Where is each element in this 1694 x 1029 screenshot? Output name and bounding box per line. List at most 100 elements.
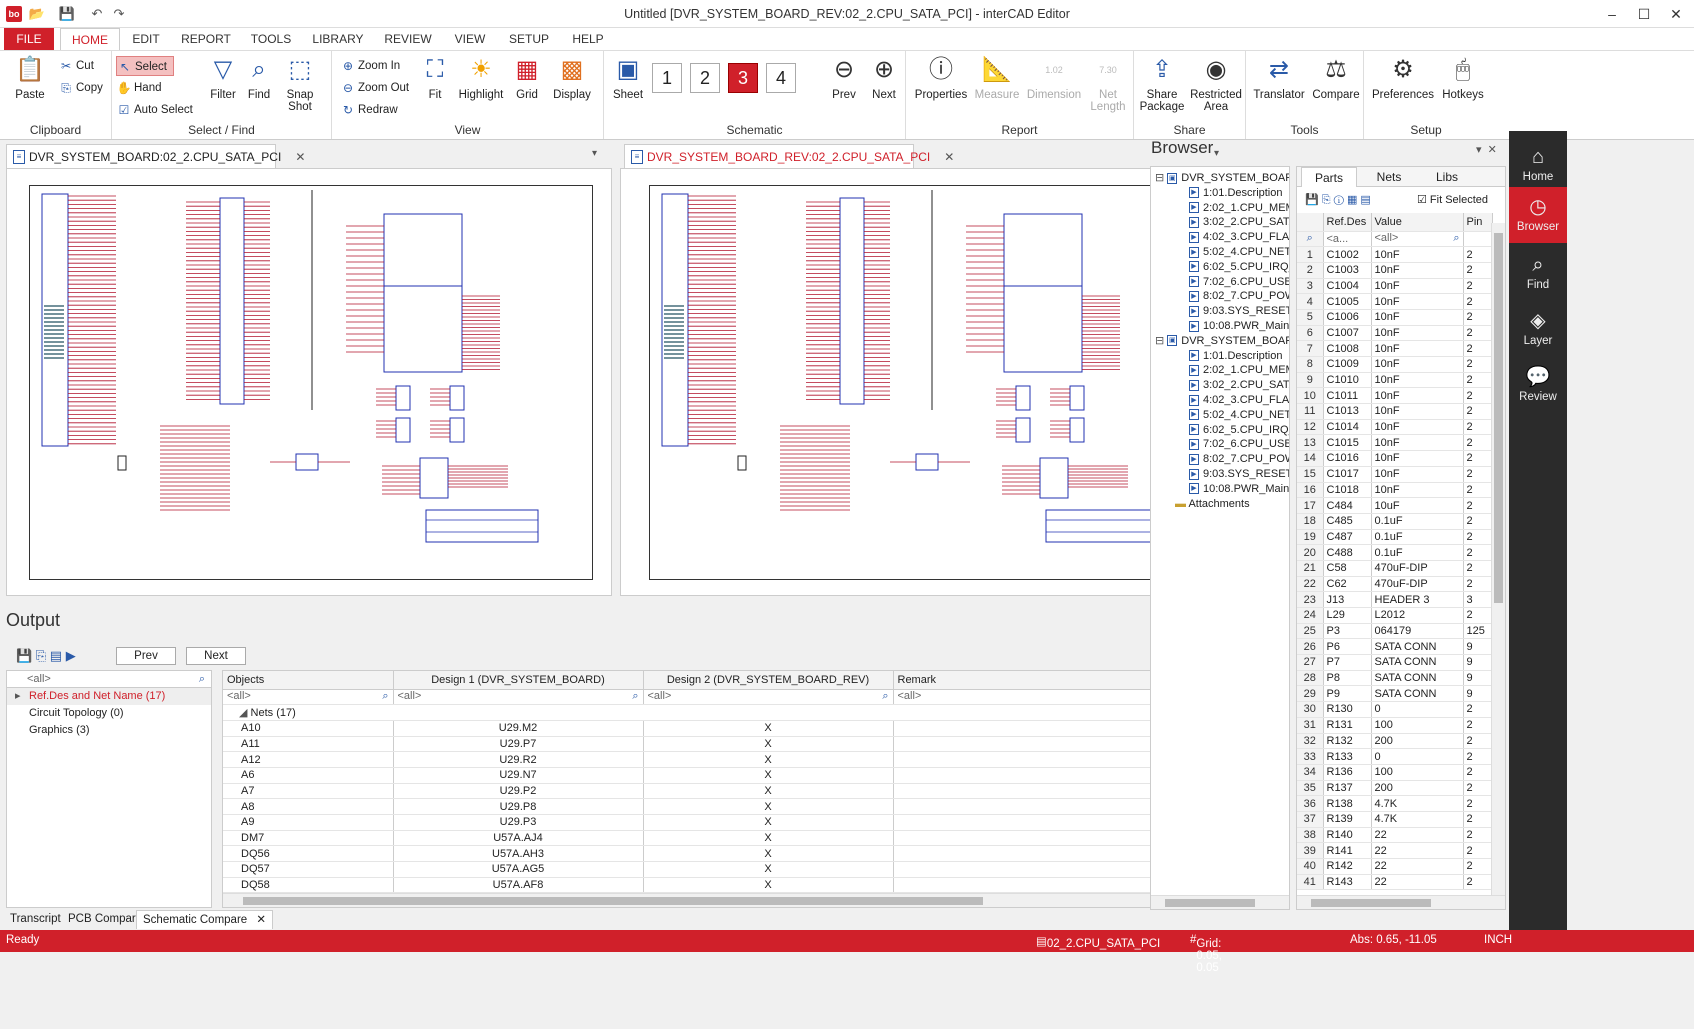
list-item[interactable]: 14 C1016 10nF 2 <box>1297 450 1493 467</box>
schematic-view-right[interactable] <box>620 168 1232 596</box>
display-button[interactable]: ▩ Display <box>550 55 594 101</box>
list-item[interactable]: 23 J13 HEADER 33 <box>1297 591 1493 608</box>
pane-menu-icon[interactable]: ▾ <box>1214 148 1219 159</box>
measure-button[interactable]: 📐 Measure <box>972 55 1022 101</box>
table-row[interactable]: DQ56 U57A.AH3 X <box>223 845 1217 863</box>
list-item[interactable]: 29 P9 SATA CONN 9 <box>1297 685 1493 703</box>
sheet-button[interactable]: ▣ Sheet <box>608 55 648 101</box>
zoom-out-button[interactable]: ⊖ Zoom Out <box>340 78 409 98</box>
tab-review[interactable]: REVIEW <box>380 28 436 50</box>
rail-review-button[interactable]: 💬 Review <box>1509 357 1567 413</box>
redraw-button[interactable]: ↻ Redraw <box>340 100 398 120</box>
tree-page[interactable]: ▶6:02_5.CPU_IRQ_C <box>1151 423 1289 438</box>
table-row[interactable]: A6 U29.N7 X <box>223 767 1217 784</box>
tab-file[interactable]: FILE <box>4 28 54 50</box>
filter-objects[interactable]: <all> ⌕ <box>223 689 394 706</box>
hotkeys-button[interactable]: 🖱 Hotkeys <box>1438 55 1488 101</box>
col-refdes[interactable]: Ref.Des <box>1323 213 1372 232</box>
list-item[interactable]: 31 R131 100 2 <box>1297 717 1493 734</box>
schematic-view-left[interactable] <box>6 168 612 596</box>
tree-page[interactable]: ▶9:03.SYS_RESET_R <box>1151 467 1289 482</box>
rail-browser-button[interactable]: ◷ Browser <box>1509 187 1567 243</box>
doc-tab-right[interactable]: ≡ DVR_SYSTEM_BOARD_REV:02_2.CPU_SATA_PCI ✕ <box>624 144 954 168</box>
next-page-button[interactable]: ⊕ Next <box>866 55 902 101</box>
col-objects[interactable]: Objects <box>223 671 394 690</box>
tab-tools[interactable]: TOOLS <box>246 28 296 50</box>
list-item[interactable]: 26 P6 SATA CONN 9 <box>1297 638 1493 656</box>
list-item[interactable]: 20 C488 0.1uF 2 <box>1297 544 1493 561</box>
translator-button[interactable]: ⇄ Translator <box>1250 55 1308 101</box>
table-row[interactable]: A9 U29.P3 X <box>223 814 1217 831</box>
tree-page[interactable]: ▶4:02_3.CPU_FLASH <box>1151 230 1289 245</box>
category-topology[interactable]: Circuit Topology (0) <box>7 705 211 722</box>
list-item[interactable]: 38 R140 22 2 <box>1297 827 1493 844</box>
tree-page[interactable]: ▶ 10:08.PWR_MainP <box>1151 319 1289 334</box>
pane-menu-icon[interactable]: ▾ <box>592 148 597 159</box>
rail-home-button[interactable]: ⌂ Home <box>1509 137 1567 193</box>
list-item[interactable]: 25 P3 064179 125 <box>1297 623 1493 640</box>
rail-layer-button[interactable]: ◈ Layer <box>1509 301 1567 357</box>
list-item[interactable]: 4 C1005 10nF 2 <box>1297 293 1493 310</box>
tree-hscroll[interactable] <box>1151 895 1289 909</box>
tree-page[interactable]: ▶ 1:01.Description <box>1151 186 1289 201</box>
table-row[interactable]: A10 U29.M2 X <box>223 720 1217 737</box>
tab-library[interactable]: LIBRARY <box>306 28 370 50</box>
dimension-button[interactable]: 1.02 Dimension <box>1024 55 1084 101</box>
list-item[interactable]: 5 C1006 10nF 2 <box>1297 309 1493 326</box>
table-row[interactable]: A12 U29.R2 X <box>223 751 1217 768</box>
cut-button[interactable]: ✂ Cut <box>58 56 94 76</box>
list-item[interactable]: 2 C1003 10nF 2 <box>1297 262 1493 279</box>
close-tab-icon[interactable]: ✕ <box>944 150 954 164</box>
properties-button[interactable]: ⓘ Properties <box>914 55 968 101</box>
list-item[interactable]: 9 C1010 10nF 2 <box>1297 372 1493 389</box>
rail-find-button[interactable]: ⌕ Find <box>1509 245 1567 301</box>
list-item[interactable]: 40 R142 22 2 <box>1297 858 1493 875</box>
nets-group-row[interactable]: ◢ Nets (17) <box>223 704 1217 721</box>
category-filter[interactable]: <all> ⌕ <box>7 671 211 688</box>
tree-page[interactable]: ▶ 3:02_2.CPU_SATA <box>1151 378 1289 393</box>
tab-parts[interactable]: Parts <box>1301 167 1357 187</box>
parts-toolbar-icons[interactable]: 💾 ⎘ ⓘ ▦ ▤ <box>1305 193 1371 207</box>
list-item[interactable]: 3 C1004 10nF 2 <box>1297 278 1493 295</box>
close-icon[interactable]: ✕ <box>1664 4 1688 24</box>
tree-page[interactable]: ▶5:02_4.CPU_NETW <box>1151 408 1289 423</box>
filter-design1[interactable]: <all> ⌕ <box>393 689 644 706</box>
list-item[interactable]: 21 C58 470uF-DIP 2 <box>1297 560 1493 577</box>
list-item[interactable]: 10 C1011 10nF 2 <box>1297 387 1493 405</box>
tab-view[interactable]: VIEW <box>448 28 492 50</box>
restricted-area-button[interactable]: ◉ Restricted Area <box>1188 55 1244 113</box>
paste-button[interactable]: 📋 Paste <box>10 55 50 101</box>
zoom-in-button[interactable]: ⊕ Zoom In <box>340 56 400 76</box>
list-item[interactable]: 19 C487 0.1uF 2 <box>1297 529 1493 546</box>
tree-page[interactable]: ▶ 2:02_1.CPU_MEM <box>1151 363 1289 378</box>
hand-button[interactable]: ✋ Hand <box>116 78 162 98</box>
list-item[interactable]: 22 C62 470uF-DIP 2 <box>1297 576 1493 593</box>
filter-button[interactable]: ▽ Filter <box>206 55 240 101</box>
list-item[interactable]: 41 R143 22 2 <box>1297 874 1493 891</box>
close-tab-icon[interactable]: ✕ <box>256 914 266 926</box>
find-button[interactable]: ⌕ Find <box>242 55 276 101</box>
grid-button[interactable]: ▦ Grid <box>512 55 542 101</box>
maximize-icon[interactable]: ☐ <box>1632 4 1656 24</box>
doc-tab-left[interactable]: ≡ DVR_SYSTEM_BOARD:02_2.CPU_SATA_PCI ✕ <box>6 144 305 168</box>
list-item[interactable]: 34 R136 100 2 <box>1297 764 1493 781</box>
tree-page[interactable]: ▶7:02_6.CPU_USB_I <box>1151 275 1289 290</box>
list-item[interactable]: 13 C1015 10nF 2 <box>1297 434 1493 452</box>
tree-board[interactable]: ⊟ ▣DVR_SYSTEM_BOARD <box>1151 171 1289 186</box>
tree-attachments[interactable]: ▬ Attachments <box>1151 497 1289 512</box>
category-graphics[interactable]: Graphics (3) <box>7 722 211 739</box>
net-length-button[interactable]: 7.30 Net Length <box>1086 55 1130 113</box>
table-row[interactable]: A11 U29.P7 X <box>223 736 1217 753</box>
fit-selected-checkbox[interactable]: ☑ Fit Selected <box>1417 193 1488 206</box>
tab-home[interactable]: HOME <box>60 28 120 50</box>
col-pin[interactable]: Pin <box>1463 213 1493 232</box>
filter-value[interactable]: <all> ⌕ <box>1371 231 1464 248</box>
list-item[interactable]: 36 R138 4.7K 2 <box>1297 795 1493 812</box>
tree-page[interactable]: ▶9:03.SYS_RESET_R <box>1151 304 1289 319</box>
preferences-button[interactable]: ⚙ Preferences <box>1368 55 1438 101</box>
list-item[interactable]: 18 C485 0.1uF 2 <box>1297 513 1493 530</box>
list-item[interactable]: 1 C1002 10nF 2 <box>1297 246 1493 263</box>
list-item[interactable]: 27 P7 SATA CONN 9 <box>1297 654 1493 671</box>
compare-button[interactable]: ⚖ Compare <box>1310 55 1362 101</box>
list-item[interactable]: 17 C484 10uF 2 <box>1297 497 1493 514</box>
